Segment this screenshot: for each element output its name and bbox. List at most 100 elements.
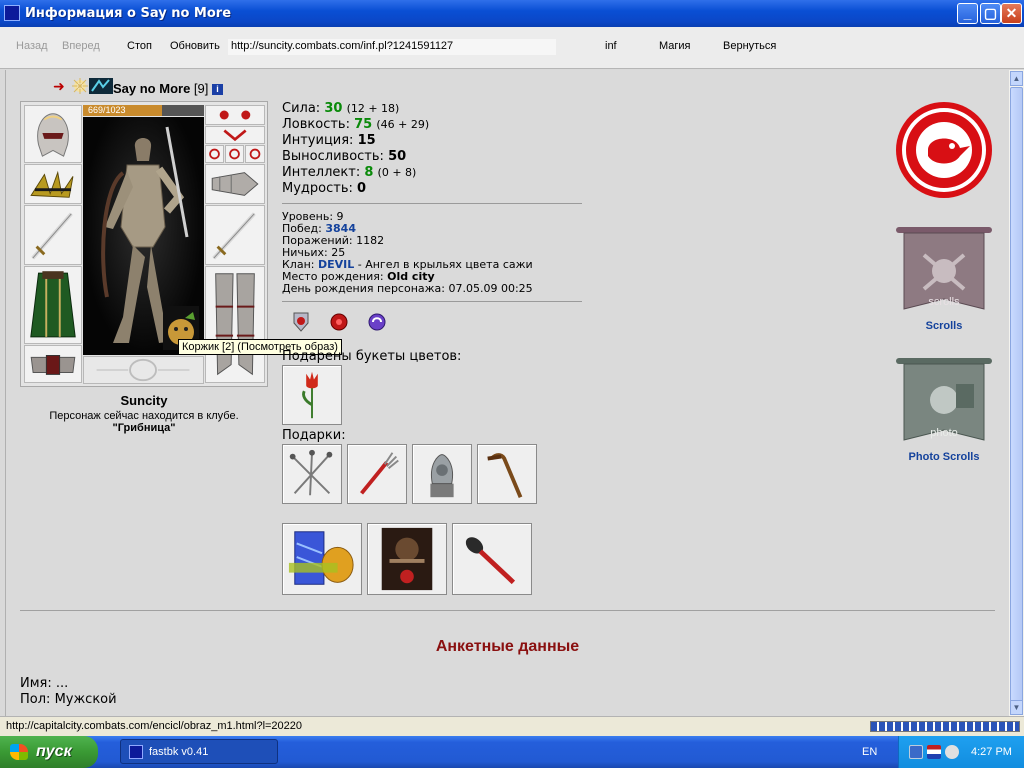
browser-toolbar: Назад Вперед Стоп Обновить http://suncit… <box>0 27 1024 69</box>
spoon-icon <box>465 537 516 585</box>
flower-gift[interactable] <box>282 365 342 425</box>
stat-extra: (46 + 29) <box>376 118 430 131</box>
return-button[interactable]: Вернуться <box>723 40 776 52</box>
gift-item[interactable] <box>347 444 407 504</box>
clan-emblem-icon[interactable] <box>894 100 994 200</box>
swirl-badge-icon[interactable] <box>367 311 387 333</box>
amulet-icon <box>223 129 247 142</box>
photo-banner-text: photo <box>930 427 958 439</box>
sword-icon <box>212 212 256 260</box>
divider <box>282 301 582 302</box>
scrolls-banner-icon: scrolls <box>896 227 992 310</box>
bracers-slot[interactable] <box>205 164 265 204</box>
stat-label: Ловкость: <box>282 117 350 132</box>
clan-icon[interactable] <box>89 78 113 94</box>
belt-slot[interactable] <box>24 345 82 383</box>
belt-icon <box>30 355 76 375</box>
taskbar-item-label: fastbk v0.41 <box>149 746 209 758</box>
armor-slot[interactable] <box>24 266 82 344</box>
minimize-button[interactable]: _ <box>957 3 978 24</box>
scroll-thumb[interactable] <box>1010 87 1023 705</box>
maximize-button[interactable]: ▢ <box>980 3 1001 24</box>
back-button[interactable]: Назад <box>16 40 48 52</box>
club-text: Персонаж сейчас находится в клубе. <box>49 410 239 422</box>
stat-value: 30 <box>324 101 343 116</box>
scroll-down-icon[interactable]: ▼ <box>1010 700 1023 715</box>
ring-icon <box>229 148 240 160</box>
volume-icon[interactable] <box>945 745 959 759</box>
sword-icon <box>31 212 73 260</box>
info-icon[interactable]: i <box>212 84 224 95</box>
rose-badge-icon[interactable] <box>329 311 349 333</box>
system-tray: 4:27 PM <box>898 736 1024 768</box>
language-indicator[interactable]: EN <box>862 746 877 758</box>
gift-item[interactable] <box>412 444 472 504</box>
photo-scrolls-link[interactable]: photo Photo Scrolls <box>894 356 994 466</box>
earrings-slot[interactable] <box>205 105 265 125</box>
stat-value: 15 <box>357 133 376 148</box>
gift-item[interactable] <box>282 444 342 504</box>
cane-icon <box>487 453 523 498</box>
ring-slot-2[interactable] <box>225 145 244 163</box>
close-button[interactable]: ✕ <box>1001 3 1022 24</box>
network-icon[interactable] <box>909 745 923 759</box>
nick-level: [9] <box>193 81 209 96</box>
stat-value: 0 <box>357 181 367 196</box>
photo-scrolls-label[interactable]: Photo Scrolls <box>894 451 994 463</box>
magic-button[interactable]: Магия <box>659 40 691 52</box>
amulet-slot[interactable] <box>205 126 265 144</box>
statue-icon <box>430 454 454 498</box>
scroll-up-icon[interactable]: ▲ <box>1010 71 1023 86</box>
shield-badge-icon[interactable] <box>291 311 311 333</box>
flag-icon[interactable] <box>927 745 941 759</box>
stat-label: Сила: <box>282 101 321 116</box>
shield-slot[interactable] <box>83 356 204 384</box>
nails-icon <box>289 449 333 496</box>
weapon-right-slot[interactable] <box>205 205 265 265</box>
stat-extra: (12 + 18) <box>346 102 400 115</box>
leg-armor-icon <box>215 273 255 376</box>
scrolls-link[interactable]: scrolls Scrolls <box>894 225 994 335</box>
ring-icon <box>249 148 261 160</box>
window-titlebar[interactable]: Информация о Say no More _ ▢ ✕ <box>0 0 1024 27</box>
scrolls-label[interactable]: Scrolls <box>894 320 994 332</box>
gloves-slot[interactable] <box>24 164 82 204</box>
helmet-slot[interactable] <box>24 105 82 163</box>
club-info: Suncity Персонаж сейчас находится в клуб… <box>20 393 268 434</box>
stat-row: Ловкость: 75 (46 + 29) <box>282 117 429 133</box>
photo-banner-icon: photo <box>896 358 992 441</box>
stat-row: Выносливость: 50 <box>282 149 429 165</box>
forward-button[interactable]: Вперед <box>62 40 100 52</box>
name-value: ... <box>55 676 69 691</box>
gift-item[interactable] <box>282 523 362 595</box>
vertical-scrollbar[interactable]: ▲ ▼ <box>1009 70 1024 716</box>
alignment-icon[interactable] <box>71 78 89 94</box>
app-icon <box>4 5 20 21</box>
arrow-right-icon[interactable]: ➜ <box>53 79 69 93</box>
weapon-left-slot[interactable] <box>24 205 82 265</box>
tulip-icon <box>302 371 318 419</box>
earrings-icon <box>219 110 251 120</box>
refresh-button[interactable]: Обновить <box>170 40 220 52</box>
taskbar: пуск fastbk v0.41 EN 4:27 PM <box>0 736 1024 768</box>
helmet-icon <box>37 113 69 157</box>
gift-item[interactable] <box>367 523 447 595</box>
gifts-label: Подарки: <box>282 428 346 443</box>
inf-button[interactable]: inf <box>605 40 617 52</box>
start-button[interactable]: пуск <box>0 736 98 768</box>
boots-slot[interactable] <box>205 266 265 383</box>
gift-item[interactable] <box>477 444 537 504</box>
cloak-icon <box>30 271 76 338</box>
fork-icon <box>360 452 399 495</box>
city-name: Suncity <box>120 393 168 408</box>
ring-slot-1[interactable] <box>205 145 224 163</box>
gift-item[interactable] <box>452 523 532 595</box>
stop-button[interactable]: Стоп <box>127 40 152 52</box>
ring-slot-3[interactable] <box>245 145 265 163</box>
nick-name: Say no More <box>113 81 191 96</box>
club-place: "Грибница" <box>112 422 176 434</box>
stat-extra: (0 + 8) <box>377 166 417 179</box>
stat-row: Интеллект: 8 (0 + 8) <box>282 165 429 181</box>
address-input[interactable]: http://suncity.combats.com/inf.pl?124159… <box>228 39 556 55</box>
taskbar-item[interactable]: fastbk v0.41 <box>120 739 278 764</box>
